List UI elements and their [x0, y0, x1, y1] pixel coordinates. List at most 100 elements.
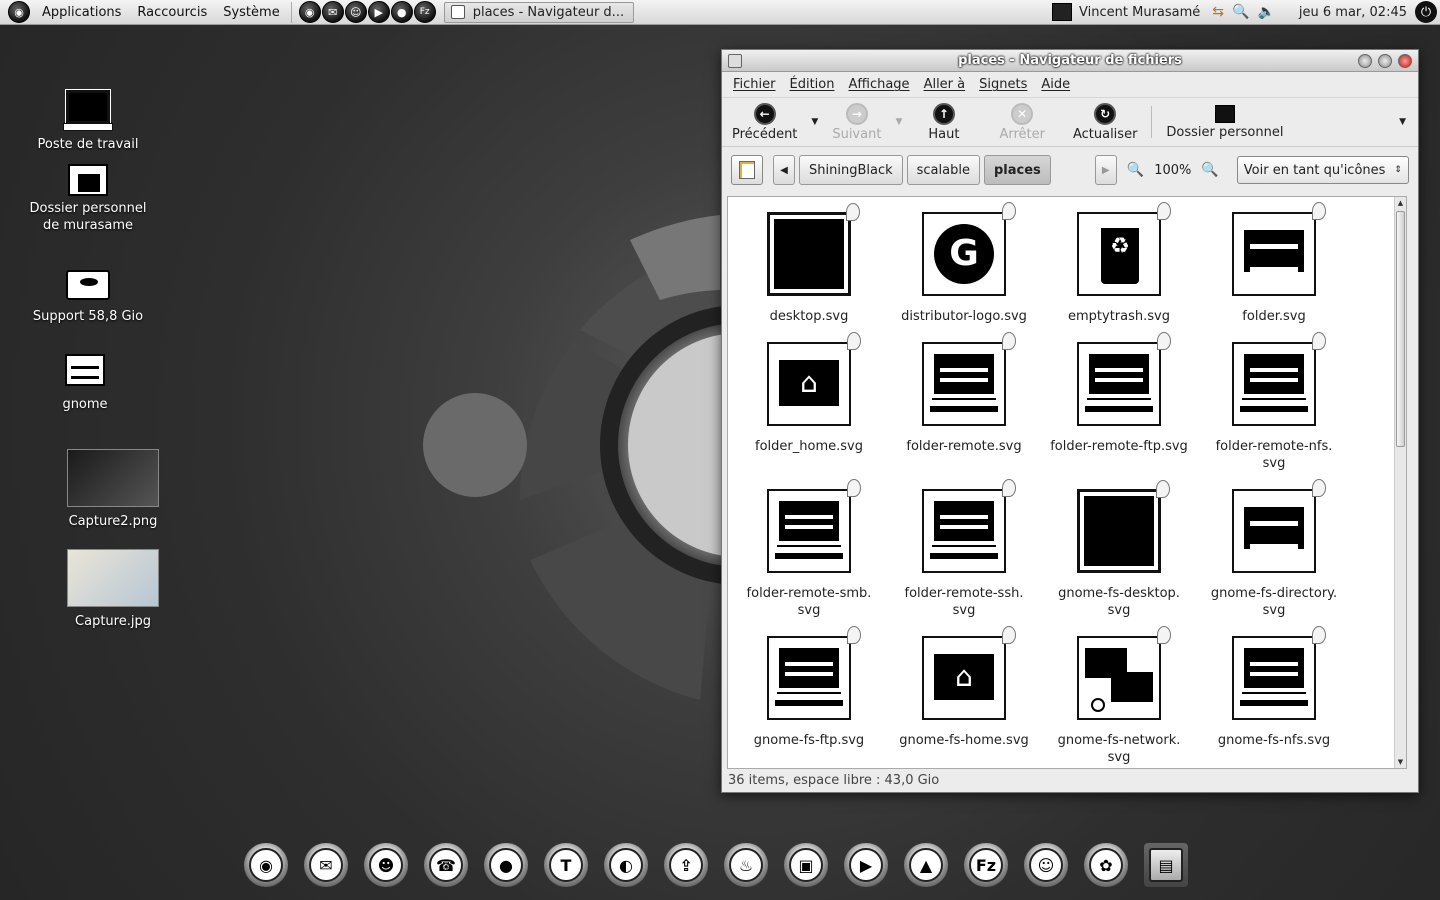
close-button[interactable]: [1398, 53, 1412, 68]
up-arrow-icon: ↑: [932, 102, 955, 125]
dock-firefox-icon[interactable]: ◉: [244, 843, 288, 887]
file-item[interactable]: gnome-fs-home.svg: [889, 626, 1039, 749]
toolbar-separator: [1151, 106, 1153, 138]
link-emblem-icon: [1002, 202, 1016, 220]
scroll-down-icon[interactable]: ▼: [1395, 756, 1406, 768]
clock[interactable]: jeu 6 mar, 02:45: [1299, 5, 1407, 20]
dock-voip-icon[interactable]: ☎: [424, 843, 468, 887]
home-folder-icon: [68, 164, 108, 196]
menubar: Fichier Édition Affichage Aller à Signet…: [722, 72, 1418, 97]
zoom-level[interactable]: 100%: [1154, 163, 1191, 178]
file-item[interactable]: desktop.svg: [734, 203, 884, 325]
file-item[interactable]: folder.svg: [1199, 202, 1349, 325]
maximize-button[interactable]: [1378, 53, 1392, 68]
file-item[interactable]: folder-remote-ssh. svg: [889, 479, 1039, 619]
menu-signets[interactable]: Signets: [972, 77, 1034, 92]
file-item[interactable]: gnome-fs-desktop. svg: [1044, 480, 1194, 619]
file-item[interactable]: folder-remote.svg: [889, 332, 1039, 455]
scroll-up-icon[interactable]: ▲: [1395, 197, 1406, 209]
window-controls: [1358, 53, 1412, 68]
desktop-icon-computer[interactable]: Poste de travail: [30, 90, 146, 153]
dock-contacts-icon[interactable]: ☻: [364, 843, 408, 887]
file-view[interactable]: desktop.svg distributor-logo.svg emptytras…: [727, 196, 1407, 769]
breadcrumb-scalable[interactable]: scalable: [906, 155, 980, 185]
dock-play-icon[interactable]: ▶: [844, 843, 888, 887]
file-item[interactable]: folder-remote-nfs. svg: [1199, 332, 1349, 472]
filezilla-icon[interactable]: Fz: [413, 1, 436, 23]
power-icon[interactable]: ⏻: [1415, 1, 1437, 23]
file-name: gnome-fs-ftp.svg: [753, 733, 865, 748]
mail-icon[interactable]: ✉: [321, 1, 344, 23]
view-mode-select[interactable]: Voir en tant qu'icônes ⇕: [1236, 156, 1409, 184]
file-item[interactable]: distributor-logo.svg: [889, 202, 1039, 325]
zoom-out-icon[interactable]: 🔍: [1127, 162, 1144, 178]
file-item[interactable]: gnome-fs-ftp.svg: [734, 626, 884, 749]
dock-smiley-icon[interactable]: ☺: [1024, 843, 1068, 887]
volume-icon[interactable]: 🔈: [1257, 4, 1274, 20]
user-name[interactable]: Vincent Murasamé: [1079, 5, 1200, 20]
back-button[interactable]: ← Précédent: [722, 98, 807, 146]
dock-vlc-icon[interactable]: ▲: [904, 843, 948, 887]
menu-affichage[interactable]: Affichage: [841, 77, 916, 92]
dock-gimp-icon[interactable]: ✿: [1084, 843, 1128, 887]
file-item[interactable]: folder-remote-ftp.svg: [1044, 332, 1194, 455]
menu-raccourcis[interactable]: Raccourcis: [129, 0, 215, 25]
desktop-icon-gnome[interactable]: gnome: [40, 354, 130, 413]
up-button[interactable]: ↑ Haut: [906, 98, 981, 146]
file-item[interactable]: gnome-fs-nfs.svg: [1199, 626, 1349, 749]
desktop-icon-drive[interactable]: Support 58,8 Gio: [30, 270, 146, 325]
play-icon[interactable]: ▶: [367, 1, 390, 23]
back-history-dropdown[interactable]: ▼: [807, 117, 822, 127]
taskbar-window-button[interactable]: places - Navigateur d...: [443, 1, 634, 23]
dock-download-icon[interactable]: T: [544, 843, 588, 887]
dock-fire-icon[interactable]: ♨: [724, 843, 768, 887]
dock-mail-icon[interactable]: ✉: [304, 843, 348, 887]
minimize-button[interactable]: [1358, 53, 1372, 68]
dock-upload-icon[interactable]: ⇪: [664, 843, 708, 887]
file-item[interactable]: emptytrash.svg: [1044, 202, 1194, 325]
home-button[interactable]: Dossier personnel: [1156, 98, 1293, 146]
file-name: gnome-fs-desktop. svg: [1058, 586, 1180, 618]
file-item[interactable]: gnome-fs-directory. svg: [1199, 479, 1349, 619]
ubuntu-logo-icon[interactable]: ◉: [8, 1, 30, 23]
dock-fish-icon[interactable]: ◐: [604, 843, 648, 887]
svg-file-icon: [1077, 332, 1171, 426]
menu-aide[interactable]: Aide: [1034, 77, 1077, 92]
forward-history-dropdown[interactable]: ▼: [891, 117, 906, 127]
dock-file-cabinet-icon[interactable]: ▤: [1144, 843, 1188, 887]
chat-icon[interactable]: ☺: [344, 1, 367, 23]
vertical-scrollbar[interactable]: ▲ ▼: [1394, 197, 1406, 768]
stop-button[interactable]: ✕ Arrêter: [981, 98, 1063, 146]
menu-systeme[interactable]: Système: [215, 0, 287, 25]
image-thumbnail-icon: [67, 549, 159, 607]
breadcrumb-shiningblack[interactable]: ShiningBlack: [799, 155, 903, 185]
zoom-in-icon[interactable]: 🔍: [1201, 162, 1218, 178]
menu-aller-a[interactable]: Aller à: [917, 77, 973, 92]
menu-applications[interactable]: Applications: [34, 0, 129, 25]
drop-icon[interactable]: ●: [390, 1, 413, 23]
window-titlebar[interactable]: places - Navigateur de fichiers: [722, 50, 1418, 72]
dock-filezilla-icon[interactable]: Fz: [964, 843, 1008, 887]
file-item[interactable]: folder_home.svg: [734, 332, 884, 455]
toolbar-overflow-dropdown[interactable]: ▼: [1395, 117, 1418, 127]
menu-fichier[interactable]: Fichier: [726, 77, 783, 92]
update-icon[interactable]: ⇆: [1212, 4, 1224, 20]
dock-drop-icon[interactable]: ●: [484, 843, 528, 887]
file-item[interactable]: folder-remote-smb. svg: [734, 479, 884, 619]
desktop-icon-home[interactable]: Dossier personnel de murasame: [26, 164, 150, 234]
breadcrumb-scroll-left[interactable]: ◀: [773, 155, 795, 185]
reload-button[interactable]: ↻ Actualiser: [1063, 98, 1147, 146]
folder-icon: [65, 354, 105, 386]
edit-location-button[interactable]: [731, 155, 763, 185]
breadcrumb-places[interactable]: places: [983, 155, 1051, 185]
dock-video-icon[interactable]: ▣: [784, 843, 828, 887]
desktop-icon-capture[interactable]: Capture.jpg: [58, 549, 168, 630]
menu-edition[interactable]: Édition: [783, 77, 842, 92]
breadcrumb-scroll-right[interactable]: ▶: [1094, 155, 1117, 185]
desktop-icon-capture2[interactable]: Capture2.png: [58, 449, 168, 530]
search-icon[interactable]: 🔍: [1232, 4, 1249, 20]
firefox-icon[interactable]: ◉: [298, 1, 321, 23]
scrollbar-thumb[interactable]: [1396, 211, 1405, 447]
file-item[interactable]: gnome-fs-network. svg: [1044, 626, 1194, 766]
forward-button[interactable]: → Suivant: [822, 98, 891, 146]
